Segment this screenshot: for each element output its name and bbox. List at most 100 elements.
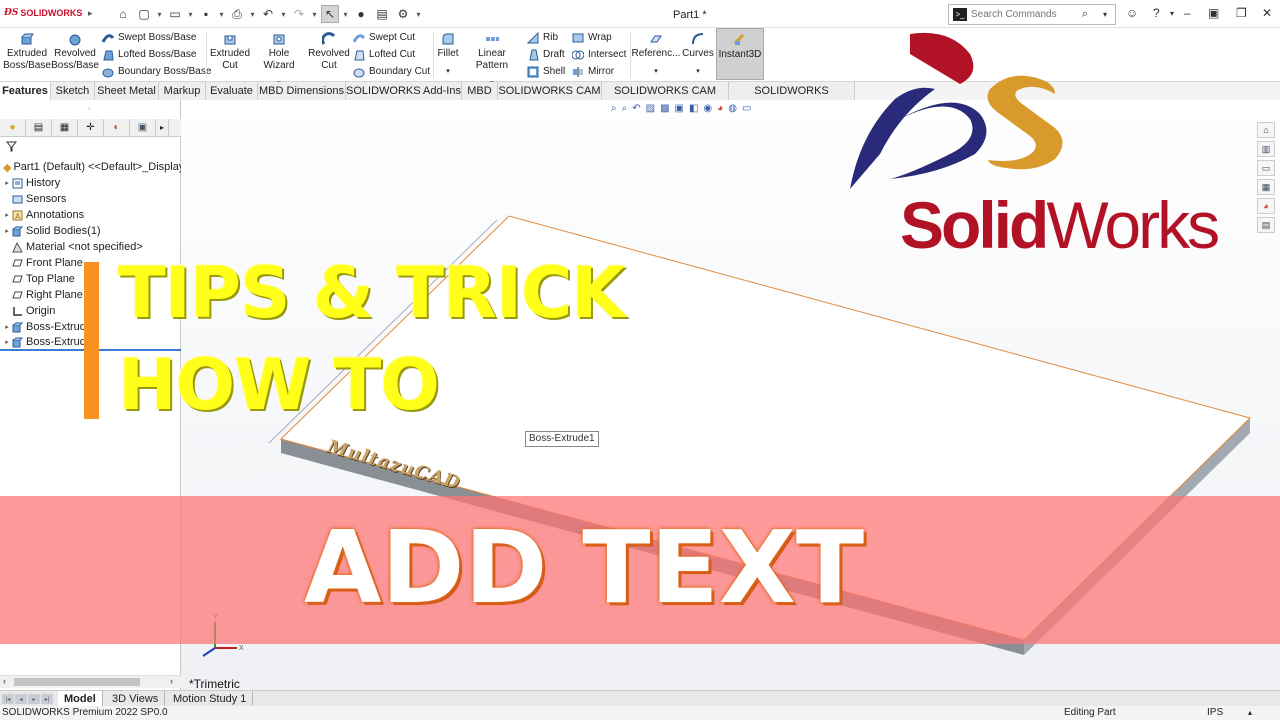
solidworks-logo[interactable]: ƉS SOLIDWORKS bbox=[4, 8, 82, 18]
reference-geometry-button[interactable]: Referenc... ▾ bbox=[632, 31, 680, 78]
redo-icon[interactable]: ↷ bbox=[290, 5, 308, 23]
tree-item-part1[interactable]: ◆ Part1 (Default) <<Default>_Display S bbox=[0, 159, 181, 175]
user-account-icon[interactable]: ☺ bbox=[1126, 6, 1138, 20]
new-document-icon[interactable]: ▢ bbox=[135, 5, 153, 23]
dimxpert-tab-icon[interactable]: ✛ bbox=[78, 119, 104, 136]
boundary-boss-button[interactable]: Boundary Boss/Base bbox=[101, 63, 211, 80]
help-icon[interactable]: ? bbox=[1153, 6, 1160, 20]
tree-item-history[interactable]: ▸ History bbox=[0, 175, 181, 191]
prev-tab-icon[interactable]: ◂ bbox=[15, 694, 27, 704]
expand-arrow-icon[interactable]: ▸ bbox=[0, 323, 10, 331]
shell-button[interactable]: Shell bbox=[526, 63, 565, 80]
reference-geometry-dropdown-icon[interactable]: ▾ bbox=[654, 66, 658, 78]
lofted-boss-button[interactable]: Lofted Boss/Base bbox=[101, 46, 196, 63]
undo-dropdown-icon[interactable]: ▾ bbox=[280, 10, 287, 19]
property-manager-tab-icon[interactable]: ▤ bbox=[26, 119, 52, 136]
expand-arrow-icon[interactable]: ▸ bbox=[0, 338, 10, 346]
rebuild-icon[interactable]: ● bbox=[352, 5, 370, 23]
tab-sheet-metal[interactable]: Sheet Metal bbox=[95, 82, 159, 100]
first-tab-icon[interactable]: |◂ bbox=[2, 694, 14, 704]
tab-solidworks-add-ins[interactable]: SOLIDWORKS Add-Ins bbox=[346, 82, 462, 100]
tab-mbd-dimensions[interactable]: MBD Dimensions bbox=[258, 82, 346, 100]
filter-icon[interactable] bbox=[5, 141, 18, 155]
tree-item-label: Boss-Extrude bbox=[26, 336, 93, 348]
next-tab-icon[interactable]: ▸ bbox=[28, 694, 40, 704]
boundary-cut-button[interactable]: Boundary Cut bbox=[352, 63, 430, 80]
wrap-button[interactable]: Wrap bbox=[571, 29, 612, 46]
select-cursor-icon[interactable]: ↖ bbox=[321, 5, 339, 23]
tile-icon[interactable]: ▣ bbox=[1208, 6, 1219, 20]
new-dropdown-icon[interactable]: ▾ bbox=[156, 10, 163, 19]
tab-3d-views[interactable]: 3D Views bbox=[106, 691, 166, 707]
expand-arrow-icon[interactable]: ▸ bbox=[0, 211, 10, 219]
tab-motion-study-1[interactable]: Motion Study 1 bbox=[167, 691, 254, 707]
close-icon[interactable]: ✕ bbox=[1262, 6, 1272, 20]
display-manager-tab-icon[interactable]: ◐ bbox=[104, 119, 130, 136]
menu-expand-icon[interactable]: ▸ bbox=[88, 8, 93, 19]
mirror-button[interactable]: Mirror bbox=[571, 63, 614, 80]
cam-tab-icon[interactable]: ▣ bbox=[130, 119, 156, 136]
select-dropdown-icon[interactable]: ▾ bbox=[342, 10, 349, 19]
draft-button[interactable]: Draft bbox=[526, 46, 565, 63]
curves-button[interactable]: Curves ▾ bbox=[682, 31, 714, 78]
tab-mbd[interactable]: MBD bbox=[462, 82, 498, 100]
tab-sketch[interactable]: Sketch bbox=[51, 82, 95, 100]
tab-solidworks-inspection[interactable]: SOLIDWORKS Inspection bbox=[729, 82, 855, 115]
instant3d-button[interactable]: Instant3D bbox=[716, 28, 764, 80]
search-input[interactable] bbox=[971, 9, 1075, 20]
extruded-cut-button[interactable]: Extruded Cut bbox=[210, 31, 250, 72]
print-dropdown-icon[interactable]: ▾ bbox=[249, 10, 256, 19]
revolved-cut-button[interactable]: Revolved Cut bbox=[308, 31, 350, 72]
lofted-cut-button[interactable]: Lofted Cut bbox=[352, 46, 415, 63]
panel-horizontal-scrollbar[interactable]: ‹ › bbox=[0, 675, 181, 688]
scroll-right-icon[interactable]: › bbox=[170, 676, 173, 686]
configuration-manager-tab-icon[interactable]: ▦ bbox=[52, 119, 78, 136]
minimize-icon[interactable]: – bbox=[1184, 6, 1191, 20]
print-icon[interactable]: ⎙ bbox=[228, 5, 246, 23]
tab-solidworks-cam-tbm[interactable]: SOLIDWORKS CAM TBM bbox=[602, 82, 729, 115]
search-dropdown-icon[interactable]: ▾ bbox=[1095, 10, 1115, 19]
scroll-left-icon[interactable]: ‹ bbox=[3, 676, 6, 686]
help-dropdown-icon[interactable]: ▾ bbox=[1170, 9, 1174, 18]
feature-manager-tab-icon[interactable]: ● bbox=[0, 119, 26, 136]
unit-system[interactable]: IPS bbox=[1207, 706, 1223, 720]
status-dropdown-icon[interactable]: ▴ bbox=[1248, 706, 1252, 720]
save-icon[interactable]: ▪ bbox=[197, 5, 215, 23]
file-properties-icon[interactable]: ▤ bbox=[373, 5, 391, 23]
tab-features[interactable]: Features bbox=[0, 82, 51, 100]
undo-icon[interactable]: ↶ bbox=[259, 5, 277, 23]
panel-grip-icon[interactable]: ◦ bbox=[88, 104, 91, 113]
tree-item-solid-bodies[interactable]: ▸ Solid Bodies(1) bbox=[0, 223, 181, 239]
redo-dropdown-icon[interactable]: ▾ bbox=[311, 10, 318, 19]
swept-cut-button[interactable]: Swept Cut bbox=[352, 29, 415, 46]
panel-tabs-scroll-icon[interactable]: ▸ bbox=[156, 119, 169, 136]
swept-boss-button[interactable]: Swept Boss/Base bbox=[101, 29, 196, 46]
options-dropdown-icon[interactable]: ▾ bbox=[415, 10, 422, 19]
save-dropdown-icon[interactable]: ▾ bbox=[218, 10, 225, 19]
tree-item-sensors[interactable]: Sensors bbox=[0, 191, 181, 207]
fillet-dropdown-icon[interactable]: ▾ bbox=[446, 66, 450, 78]
tab-solidworks-cam[interactable]: SOLIDWORKS CAM bbox=[498, 82, 602, 100]
search-commands[interactable]: >_ ⌕ ▾ bbox=[948, 4, 1116, 25]
fillet-button[interactable]: Fillet ▾ bbox=[436, 31, 460, 78]
tab-markup[interactable]: Markup bbox=[159, 82, 206, 100]
boss-extrude-icon bbox=[10, 321, 24, 333]
restore-icon[interactable]: ❐ bbox=[1236, 6, 1247, 20]
search-icon[interactable]: ⌕ bbox=[1075, 8, 1095, 21]
home-icon[interactable]: ⌂ bbox=[114, 5, 132, 23]
tree-item-annotations[interactable]: ▸ A Annotations bbox=[0, 207, 181, 223]
curves-dropdown-icon[interactable]: ▾ bbox=[696, 66, 700, 78]
expand-arrow-icon[interactable]: ▸ bbox=[0, 227, 10, 235]
open-folder-icon[interactable]: ▭ bbox=[166, 5, 184, 23]
options-gear-icon[interactable]: ⚙ bbox=[394, 5, 412, 23]
revolved-boss-button[interactable]: Revolved Boss/Base bbox=[51, 31, 99, 72]
intersect-button[interactable]: Intersect bbox=[571, 46, 626, 63]
tab-evaluate[interactable]: Evaluate bbox=[206, 82, 258, 100]
tab-model[interactable]: Model bbox=[58, 691, 103, 707]
scrollbar-thumb[interactable] bbox=[14, 678, 140, 686]
open-dropdown-icon[interactable]: ▾ bbox=[187, 10, 194, 19]
rib-button[interactable]: Rib bbox=[526, 29, 558, 46]
extruded-boss-button[interactable]: Extruded Boss/Base bbox=[3, 31, 51, 72]
expand-arrow-icon[interactable]: ▸ bbox=[0, 179, 10, 187]
last-tab-icon[interactable]: ▸| bbox=[41, 694, 53, 704]
